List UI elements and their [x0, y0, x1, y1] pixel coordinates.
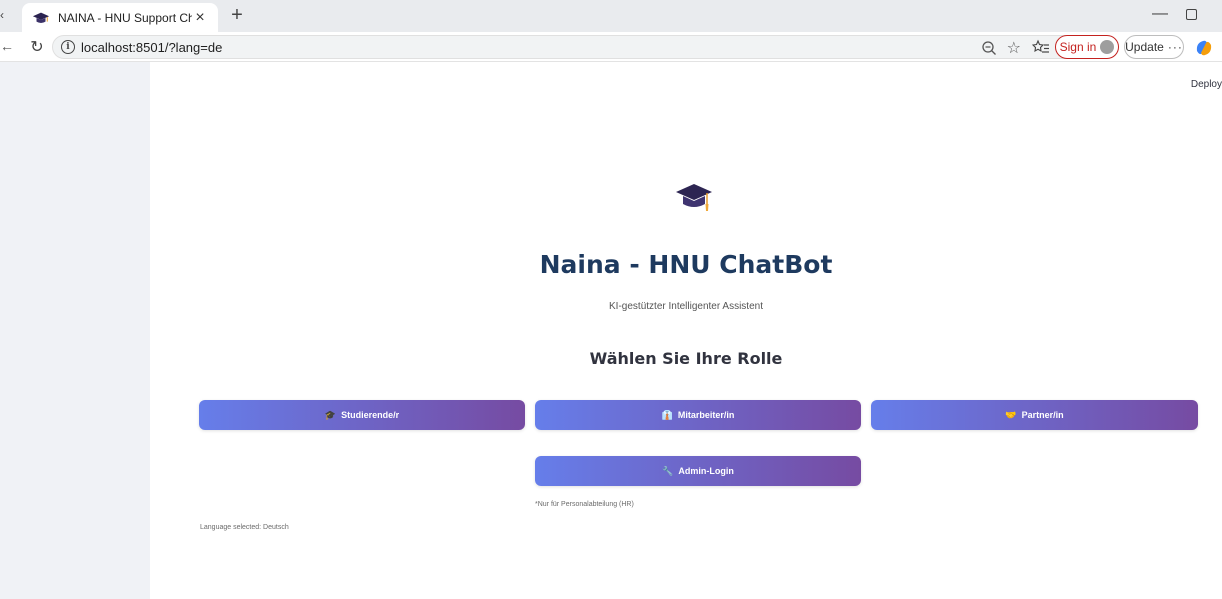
- close-tab-icon[interactable]: ×: [192, 9, 208, 26]
- tab-scroll-left-icon[interactable]: ‹: [0, 8, 18, 32]
- more-options-icon: ···: [1167, 40, 1183, 54]
- new-tab-button[interactable]: +: [226, 4, 248, 26]
- minimize-window-button[interactable]: —: [1150, 6, 1170, 26]
- update-button[interactable]: Update ···: [1124, 35, 1184, 59]
- zoom-icon[interactable]: [981, 40, 997, 56]
- update-label: Update: [1125, 40, 1164, 54]
- url-text[interactable]: localhost:8501/?lang=de: [81, 40, 1115, 55]
- role-heading: Wählen Sie Ihre Rolle: [589, 349, 783, 368]
- restore-window-button[interactable]: [1186, 9, 1197, 20]
- language-status: Language selected: Deutsch: [200, 524, 289, 531]
- graduation-cap-icon: 🎓: [324, 409, 337, 420]
- necktie-icon: 👔: [661, 409, 673, 420]
- sign-in-button[interactable]: Sign in: [1055, 35, 1119, 59]
- admin-note: *Nur für Personalabteilung (HR): [535, 501, 634, 508]
- graduation-cap-icon: [32, 12, 50, 23]
- staff-role-button[interactable]: 👔 Mitarbeiter/in: [535, 400, 861, 430]
- back-arrow-icon[interactable]: ←: [0, 38, 14, 56]
- browser-tab-bar: ‹ NAINA - HNU Support Chat × + —: [0, 0, 1222, 32]
- graduation-cap-icon: [676, 184, 712, 211]
- reload-icon[interactable]: ↻: [28, 37, 46, 57]
- profile-avatar-icon: [1100, 40, 1115, 54]
- site-info-icon[interactable]: i: [61, 40, 75, 54]
- favorites-icon[interactable]: [1032, 38, 1050, 56]
- sign-in-label: Sign in: [1059, 40, 1097, 54]
- copilot-icon[interactable]: [1193, 37, 1215, 59]
- deploy-button[interactable]: Deploy: [1191, 79, 1222, 90]
- admin-login-label: Admin-Login: [678, 466, 734, 476]
- page-title: Naina - HNU ChatBot: [539, 250, 833, 279]
- address-bar[interactable]: i localhost:8501/?lang=de ☆: [52, 35, 1116, 59]
- wrench-icon: 🔧: [662, 465, 674, 476]
- student-role-button[interactable]: 🎓 Studierende/r: [199, 400, 525, 430]
- admin-login-button[interactable]: 🔧 Admin-Login: [535, 456, 861, 486]
- tab-title: NAINA - HNU Support Chat: [58, 10, 192, 25]
- partner-role-label: Partner/in: [1021, 410, 1064, 420]
- partner-role-button[interactable]: 🤝 Partner/in: [871, 400, 1198, 430]
- browser-tab-active[interactable]: NAINA - HNU Support Chat ×: [22, 3, 218, 32]
- bookmark-star-icon[interactable]: ☆: [1007, 38, 1021, 58]
- main-content: Deploy Naina - HNU ChatBot KI-gestützter…: [150, 62, 1222, 599]
- handshake-icon: 🤝: [1005, 409, 1017, 420]
- staff-role-label: Mitarbeiter/in: [677, 410, 735, 420]
- app-sidebar: [0, 62, 150, 599]
- student-role-label: Studierende/r: [341, 410, 400, 420]
- page-subtitle: KI-gestützter Intelligenter Assistent: [609, 301, 763, 312]
